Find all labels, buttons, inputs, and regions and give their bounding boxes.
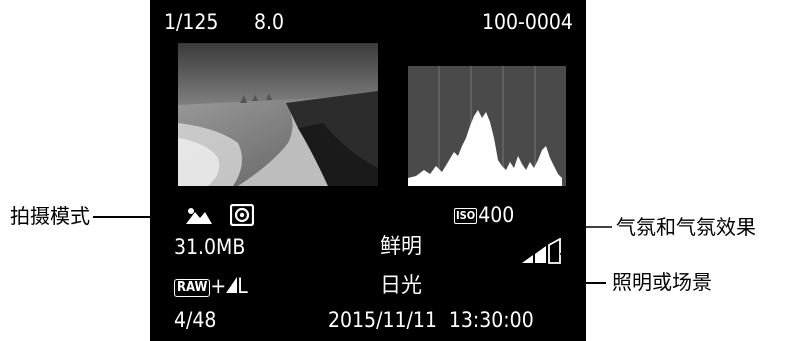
shutter-speed: 1/125 xyxy=(164,10,219,34)
evaluative-metering-icon xyxy=(229,203,255,227)
callout-line-ambience xyxy=(560,226,612,255)
raw-badge: RAW xyxy=(174,279,211,297)
brightness-histogram xyxy=(408,66,566,186)
callout-line-lighting xyxy=(430,282,606,284)
quality-separator: + xyxy=(210,274,227,298)
aperture-value: 8.0 xyxy=(254,10,285,34)
file-number: 100-0004 xyxy=(482,10,573,34)
picture-style: 鲜明 xyxy=(380,234,422,258)
frame-counter: 4/48 xyxy=(174,308,217,332)
callout-shooting-mode: 拍摄模式 xyxy=(10,204,90,228)
file-size: 31.0MB xyxy=(174,235,246,259)
iso-badge: ISO xyxy=(454,208,478,224)
iso-value: 400 xyxy=(478,203,515,227)
image-thumbnail xyxy=(178,43,378,186)
camera-lcd-screen: 1/125 8.0 100-0004 ISO 400 31.0MB 鲜明 RAW… xyxy=(150,0,586,341)
quality-size: L xyxy=(237,274,248,298)
callout-line-shooting-mode xyxy=(93,216,181,218)
image-quality: RAW + L xyxy=(174,276,248,297)
fine-quality-icon xyxy=(226,277,238,293)
ambience-level-icon xyxy=(520,237,564,264)
iso-setting: ISO 400 xyxy=(454,205,514,226)
callout-lighting: 照明或场景 xyxy=(612,270,712,294)
shooting-datetime: 2015/11/11 13:30:00 xyxy=(328,308,534,332)
landscape-mode-icon xyxy=(186,206,212,224)
white-balance: 日光 xyxy=(380,273,422,297)
callout-ambience: 气氛和气氛效果 xyxy=(616,215,756,239)
